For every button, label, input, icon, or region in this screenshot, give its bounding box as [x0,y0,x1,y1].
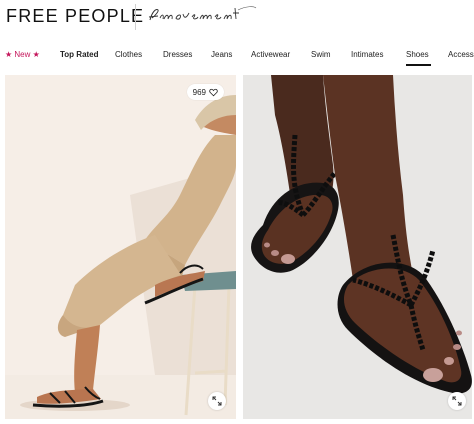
product-image[interactable] [5,75,236,419]
like-count: 969 [192,87,206,97]
expand-icon [212,396,222,406]
nav-item-dresses[interactable]: Dresses [163,50,192,59]
header-divider [135,4,136,30]
nav-item-clothes[interactable]: Clothes [115,50,142,59]
nav-item-accessories[interactable]: Accesso [448,50,474,59]
star-icon: ★ [32,50,40,59]
nav-item-top-rated[interactable]: Top Rated [60,50,99,59]
nav-item-jeans[interactable]: Jeans [211,50,232,59]
nav-item-swim[interactable]: Swim [311,50,331,59]
expand-image-button[interactable] [208,392,226,410]
free-people-logo[interactable]: FREE PEOPLE [6,6,144,27]
site-header: FREE PEOPLE [0,0,474,36]
like-count-badge[interactable]: 969 [186,84,224,100]
fp-movement-logo[interactable] [146,2,261,32]
category-nav: ★ New ★ Top Rated Clothes Dresses Jeans … [0,44,474,68]
nav-item-intimates[interactable]: Intimates [351,50,383,59]
nav-item-activewear[interactable]: Activewear [251,50,290,59]
nav-item-new[interactable]: ★ New ★ [5,50,40,59]
nav-active-underline [406,64,431,66]
heart-icon[interactable] [209,88,218,97]
star-icon: ★ [5,50,13,59]
expand-image-button[interactable] [448,392,466,410]
product-tile[interactable]: 969 [5,75,236,419]
product-tile[interactable] [243,75,472,419]
product-image[interactable] [243,75,472,419]
nav-item-label: New [14,50,31,59]
nav-item-shoes[interactable]: Shoes [406,50,429,59]
expand-icon [452,396,462,406]
